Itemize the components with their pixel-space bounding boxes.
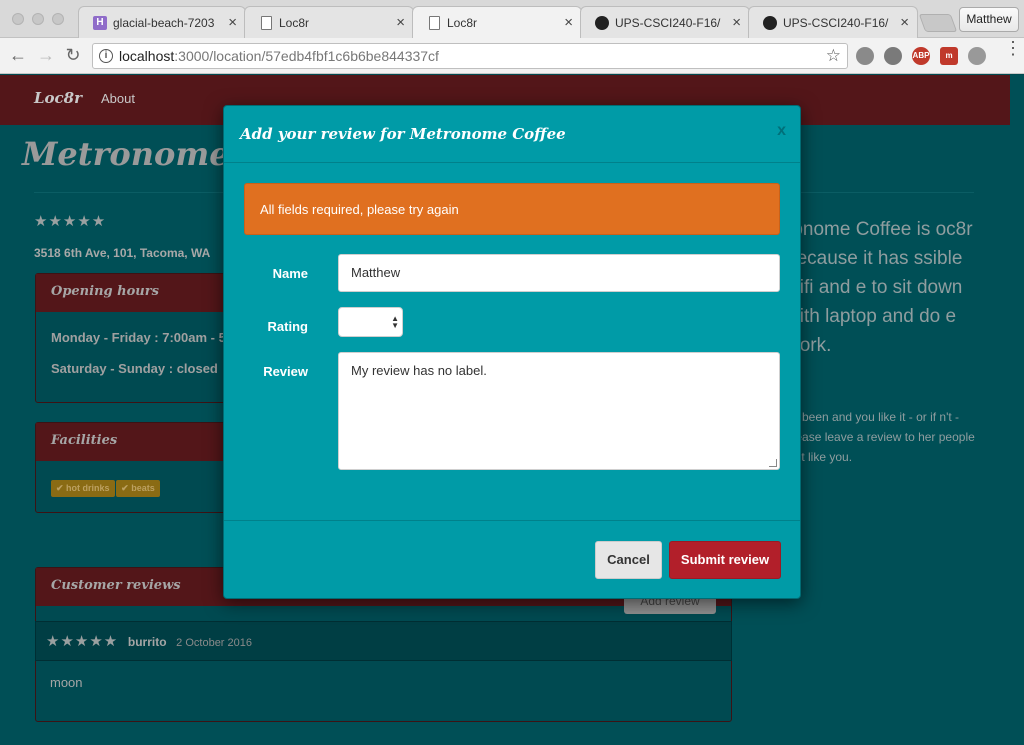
- close-icon[interactable]: x: [777, 122, 786, 140]
- google-drive-icon[interactable]: [856, 47, 874, 65]
- browser-tab-bar: H glacial-beach-7203 × Loc8r × Loc8r × U…: [0, 0, 1024, 39]
- back-arrow-icon[interactable]: ←: [8, 45, 28, 66]
- dropbox-icon[interactable]: [884, 47, 902, 65]
- bookmark-star-icon[interactable]: ☆: [826, 44, 841, 68]
- modal-footer-divider: [224, 520, 800, 521]
- tab-title: UPS-CSCI240-F16/: [783, 16, 889, 30]
- browser-tab[interactable]: UPS-CSCI240-F16/ ×: [748, 6, 918, 38]
- name-input[interactable]: Matthew: [338, 254, 780, 292]
- review-date: 2 October 2016: [176, 637, 253, 649]
- info-icon[interactable]: i: [99, 49, 113, 63]
- heroku-icon: H: [93, 16, 107, 30]
- site-brand[interactable]: Loc8r: [34, 89, 82, 107]
- review-textarea-value: My review has no label.: [351, 363, 487, 378]
- hours-line: Saturday - Sunday : closed: [51, 361, 218, 376]
- address-bar[interactable]: i localhost:3000/location/57edb4fbf1c6b6…: [92, 43, 848, 69]
- browser-tab[interactable]: Loc8r ×: [244, 6, 414, 38]
- maximize-window-icon[interactable]: [52, 13, 64, 25]
- sidebar-lead-text: ronome Coffee is oc8r because it has ssi…: [786, 219, 973, 356]
- facility-badge: ✔ beats: [116, 480, 160, 497]
- review-textarea[interactable]: My review has no label.: [338, 352, 780, 470]
- modal-title: Add your review for Metronome Coffee: [240, 125, 566, 143]
- rating-select[interactable]: ▲ ▼: [338, 307, 403, 337]
- adblock-icon[interactable]: ABP: [912, 47, 930, 65]
- tab-close-icon[interactable]: ×: [564, 14, 573, 31]
- document-icon: [429, 16, 440, 30]
- review-stars: ★★★★★: [46, 633, 119, 650]
- profile-button[interactable]: Matthew: [959, 7, 1019, 32]
- review-header: ★★★★★ burrito 2 October 2016: [35, 621, 732, 661]
- modal-header: Add your review for Metronome Coffee x: [224, 106, 800, 163]
- panel-heading: Facilities: [36, 423, 229, 461]
- browser-tab[interactable]: UPS-CSCI240-F16/ ×: [580, 6, 750, 38]
- review-text: moon: [50, 675, 83, 690]
- tab-title: Loc8r: [447, 16, 478, 30]
- browser-menu-icon[interactable]: ⋮: [1004, 39, 1022, 57]
- browser-tab[interactable]: H glacial-beach-7203 ×: [78, 6, 246, 38]
- review-author: burrito: [127, 635, 167, 649]
- sidebar-small-text: ve been and you like it - or if n't - pl…: [786, 410, 975, 464]
- url-path: :3000/location/57edb4fbf1c6b6be844337cf: [174, 48, 439, 64]
- github-icon: [763, 16, 777, 30]
- browser-toolbar: ← → ↻ i localhost:3000/location/57edb4fb…: [0, 38, 1024, 74]
- tab-close-icon[interactable]: ×: [396, 14, 405, 31]
- tab-title: UPS-CSCI240-F16/: [615, 16, 721, 30]
- error-alert: All fields required, please try again: [244, 183, 780, 235]
- rating-stars: ★★★★★: [34, 213, 107, 230]
- facility-badge: ✔ hot drinks: [51, 480, 115, 497]
- select-arrows-icon: ▲ ▼: [391, 314, 399, 330]
- location-address: 3518 6th Ave, 101, Tacoma, WA: [34, 246, 211, 260]
- submit-review-button[interactable]: Submit review: [669, 541, 781, 579]
- rating-label: Rating: [267, 319, 308, 334]
- reload-icon[interactable]: ↻: [63, 45, 83, 66]
- new-tab-button[interactable]: [918, 14, 958, 32]
- tab-close-icon[interactable]: ×: [732, 14, 741, 31]
- panel-heading: Opening hours: [36, 274, 229, 312]
- red-m-extension-icon[interactable]: m: [940, 47, 958, 65]
- name-label: Name: [272, 266, 308, 281]
- tab-title: Loc8r: [279, 16, 310, 30]
- document-icon: [261, 16, 272, 30]
- add-review-modal: Add your review for Metronome Coffee x A…: [223, 105, 801, 599]
- opening-hours-panel: Opening hours Monday - Friday : 7:00am -…: [35, 273, 230, 403]
- browser-tab-active[interactable]: Loc8r ×: [412, 6, 582, 39]
- tab-close-icon[interactable]: ×: [228, 14, 237, 31]
- hours-line: Monday - Friday : 7:00am - 5: [51, 330, 226, 345]
- facilities-panel: Facilities ✔ hot drinks ✔ beats: [35, 422, 230, 513]
- resize-handle-icon[interactable]: [769, 459, 777, 467]
- url-host: localhost: [119, 48, 175, 64]
- cancel-button[interactable]: Cancel: [595, 541, 662, 579]
- minimize-window-icon[interactable]: [32, 13, 44, 25]
- review-label: Review: [263, 364, 308, 379]
- tab-title: glacial-beach-7203: [113, 16, 215, 30]
- close-window-icon[interactable]: [12, 13, 24, 25]
- github-icon: [595, 16, 609, 30]
- owl-extension-icon[interactable]: [968, 47, 986, 65]
- tab-close-icon[interactable]: ×: [900, 14, 909, 31]
- nav-about-link[interactable]: About: [101, 91, 135, 106]
- forward-arrow-icon[interactable]: →: [36, 45, 56, 66]
